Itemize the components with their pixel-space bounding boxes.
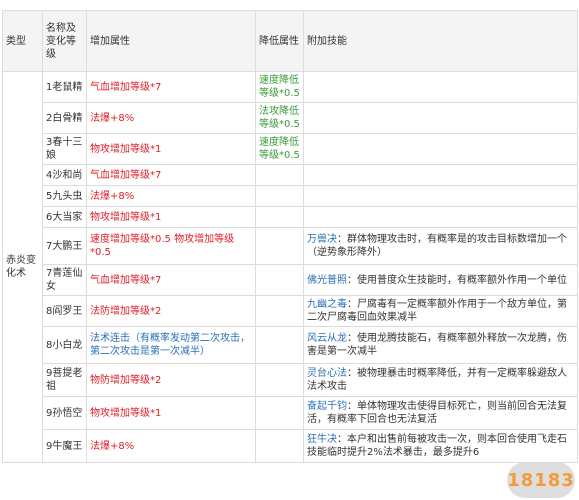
row-reduce (255, 264, 304, 296)
row-reduce (255, 206, 304, 228)
row-name: 9孙悟空 (42, 396, 87, 430)
site-watermark-logo: 18183 (507, 462, 575, 498)
row-add: 法防增加等级*2 (86, 295, 256, 327)
row-name: 9牛魔王 (42, 429, 87, 463)
table-row: 5九头虫 法爆+8% (3, 185, 578, 207)
row-skill: 风云从龙：使用龙腾技能石，有概率额外释放一次龙腾，伤害是第一次减半 (303, 326, 578, 364)
row-name: 9菩提老祖 (42, 363, 87, 397)
row-name: 8小白龙 (42, 326, 87, 364)
table-row: 赤炎变化术 1老鼠精 气血增加等级*7 速度降低等级*0.5 (2, 71, 578, 463)
transform-table: 类型 名称及变化等级 增加属性 降低属性 附加技能 赤炎变化术 1老鼠精 气血增… (2, 10, 578, 463)
skill-desc: ：使用普度众生技能时，有概率额外作用一个单位 (347, 274, 567, 286)
row-reduce (255, 429, 304, 463)
table-row: 4沙和尚 气血增加等级*7 (3, 164, 578, 186)
row-name: 5九头虫 (42, 185, 87, 207)
row-skill (303, 164, 578, 186)
skill-desc: ：本户和出售前每被攻击一次，则本回合使用飞走石技能临时提升2%法术暴击，最多提升… (307, 434, 567, 458)
table-row: 6大当家 物攻增加等级*1 (3, 206, 578, 228)
header-row: 类型 名称及变化等级 增加属性 降低属性 附加技能 (2, 10, 578, 72)
row-skill: 狂牛决：本户和出售前每被攻击一次，则本回合使用飞走石技能临时提升2%法术暴击，最… (303, 429, 578, 463)
row-add: 法爆+8% (86, 429, 256, 463)
table-row: 9孙悟空 物攻增加等级*1 奋起千钧：单体物理攻击使得目标死亡，则当前回合无法复… (3, 396, 578, 430)
table-row: 9牛魔王 法爆+8% 狂牛决：本户和出售前每被攻击一次，则本回合使用飞走石技能临… (3, 429, 578, 463)
row-skill (303, 185, 578, 207)
row-skill: 九幽之毒：尸腐毒有一定概率额外作用于一个敌方单位，第二次尸腐毒回血效果减半 (303, 295, 578, 327)
header-type: 类型 (2, 10, 43, 72)
row-skill (303, 102, 578, 134)
table-row: 7青莲仙女 气血增加等级*7 佛光普照：使用普度众生技能时，有概率额外作用一个单… (3, 264, 578, 296)
table-row: 8小白龙 法术连击（有概率发动第二次攻击，第二次攻击是第一次减半） 风云从龙：使… (3, 326, 578, 364)
row-skill: 灵台心法：被物理暴击时概率降低，并有一定概率躲避敌人法术攻击 (303, 363, 578, 397)
header-reduce: 降低属性 (255, 10, 304, 72)
row-reduce: 速度降低等级*0.5 (255, 133, 304, 165)
table-row: 9菩提老祖 物防增加等级*2 灵台心法：被物理暴击时概率降低，并有一定概率躲避敌… (3, 363, 578, 397)
table-row: 2白骨精 法爆+8% 法攻降低等级*0.5 (3, 102, 578, 134)
row-reduce (255, 164, 304, 186)
row-add: 法爆+8% (86, 185, 256, 207)
skill-name: 灵台心法 (307, 368, 347, 379)
table-row: 3春十三娘 物攻增加等级*1 速度降低等级*0.5 (3, 133, 578, 165)
row-reduce (255, 185, 304, 207)
row-skill: 佛光普照：使用普度众生技能时，有概率额外作用一个单位 (303, 264, 578, 296)
row-name: 2白骨精 (42, 102, 87, 134)
row-reduce (255, 326, 304, 364)
row-skill (303, 71, 578, 103)
row-reduce (255, 227, 304, 265)
skill-desc: ：群体物理攻击时，有概率是的攻击目标数增加一个（逆势象形降外） (307, 234, 567, 258)
row-skill (303, 133, 578, 165)
row-name: 7青莲仙女 (42, 264, 87, 296)
row-add: 法爆+8% (86, 102, 256, 134)
row-name: 7大鹏王 (42, 227, 87, 265)
row-name: 1老鼠精 (42, 71, 87, 103)
row-skill: 万兽决：群体物理攻击时，有概率是的攻击目标数增加一个（逆势象形降外） (303, 227, 578, 265)
row-add: 物攻增加等级*1 (86, 206, 256, 228)
row-reduce (255, 363, 304, 397)
row-name: 3春十三娘 (42, 133, 87, 165)
skill-name: 风云从龙 (307, 333, 347, 344)
table-row: 8阎罗王 法防增加等级*2 九幽之毒：尸腐毒有一定概率额外作用于一个敌方单位，第… (3, 295, 578, 327)
row-skill: 奋起千钧：单体物理攻击使得目标死亡，则当前回合无法复活，有概率下回合也无法复活 (303, 396, 578, 430)
header-add: 增加属性 (86, 10, 256, 72)
add-desc: 法术连击（有概率发动第二次攻击，第二次攻击是第一次减半） (90, 333, 250, 357)
row-add: 物防增加等级*2 (86, 363, 256, 397)
row-add: 物攻增加等级*1 (86, 133, 256, 165)
header-skill: 附加技能 (303, 10, 578, 72)
row-add: 速度增加等级*0.5 物攻增加等级*0.5 (86, 227, 256, 265)
row-reduce: 法攻降低等级*0.5 (255, 102, 304, 134)
skill-name: 狂牛决 (307, 434, 337, 445)
row-add: 气血增加等级*7 (86, 264, 256, 296)
row-skill (303, 206, 578, 228)
table-row: 7大鹏王 速度增加等级*0.5 物攻增加等级*0.5 万兽决：群体物理攻击时，有… (3, 227, 578, 265)
row-add: 法术连击（有概率发动第二次攻击，第二次攻击是第一次减半） (86, 326, 256, 364)
category-cell: 赤炎变化术 (2, 71, 43, 463)
header-name: 名称及变化等级 (42, 10, 87, 72)
skill-name: 奋起千钧 (307, 401, 347, 412)
row-reduce (255, 396, 304, 430)
row-name: 8阎罗王 (42, 295, 87, 327)
row-add: 气血增加等级*7 (86, 71, 256, 103)
row-name: 4沙和尚 (42, 164, 87, 186)
row-add: 气血增加等级*7 (86, 164, 256, 186)
row-reduce (255, 295, 304, 327)
skill-name: 万兽决 (307, 234, 337, 245)
skill-name: 佛光普照 (307, 274, 347, 286)
watermark-text: 18183 (507, 469, 575, 491)
row-add: 物攻增加等级*1 (86, 396, 256, 430)
skill-name: 九幽之毒 (307, 299, 347, 310)
row-reduce: 速度降低等级*0.5 (255, 71, 304, 103)
row-name: 6大当家 (42, 206, 87, 228)
